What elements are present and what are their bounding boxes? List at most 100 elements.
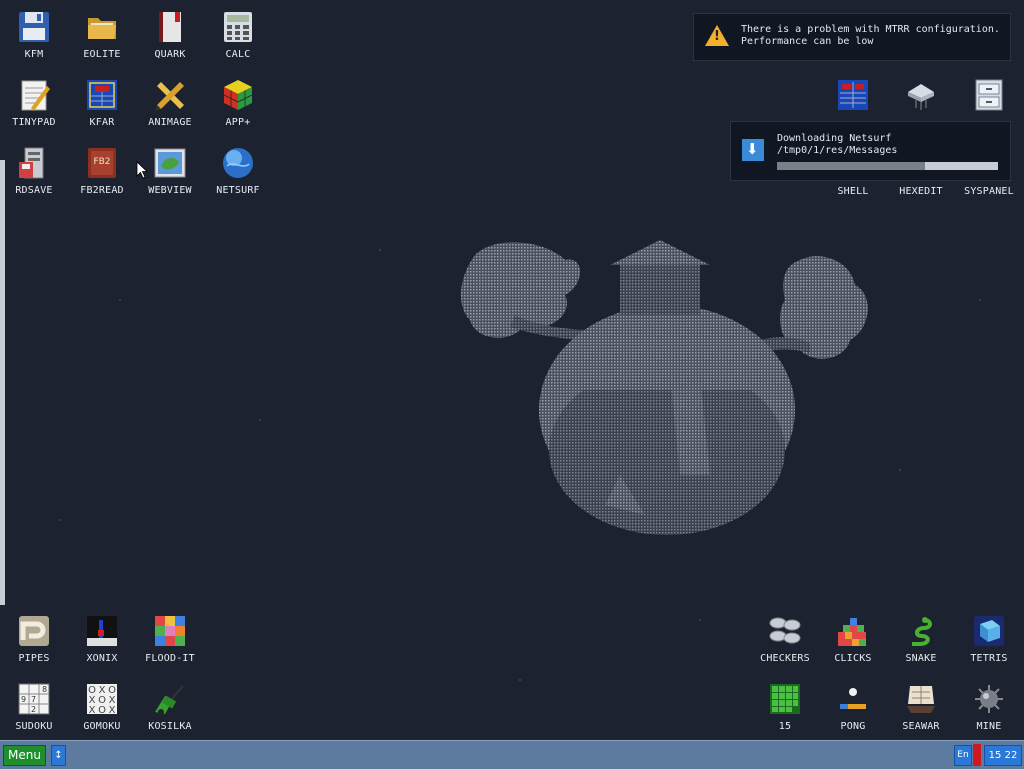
xonix-icon [85, 614, 119, 648]
desktop-icon-label: GOMOKU [83, 721, 121, 732]
download-path: /tmp0/1/res/Messages [777, 145, 898, 156]
desktop-icon-calc[interactable]: CALC [204, 10, 272, 76]
desktop-icon-pipes[interactable]: PIPES [0, 614, 68, 680]
desktop-icon-label: PIPES [18, 653, 50, 664]
desktop-icon-mine[interactable]: MINE [955, 682, 1023, 740]
desktop-icon-label: CHECKERS [760, 653, 810, 664]
desktop-icon-clicks[interactable]: CLICKS [819, 614, 887, 680]
desktop-icon-kfm[interactable]: KFM [0, 10, 68, 76]
desktop-icon-hexedit-label-box: HEXEDIT [887, 186, 955, 206]
desktop-icon-shell-label-box: SHELL [819, 186, 887, 206]
shell-grid-icon [836, 78, 870, 112]
download-progress-fill [777, 162, 926, 170]
svg-text:X: X [89, 705, 96, 716]
sudoku-grid-icon: 8 972 [17, 682, 51, 716]
desktop-icon-label: APP+ [225, 117, 251, 128]
desktop-icon-sudoku[interactable]: 8 972 SUDOKU [0, 682, 68, 740]
desktop-icon-gomoku[interactable]: OXOXOXXOX GOMOKU [68, 682, 136, 740]
desktop-icon-label: NETSURF [216, 185, 260, 196]
pipes-icon [17, 614, 51, 648]
warning-line-1: There is a problem with MTRR configurati… [741, 24, 1000, 35]
download-progress-bar [777, 162, 998, 170]
hex-chip-icon [904, 78, 938, 112]
svg-text:O: O [98, 705, 106, 716]
language-indicator[interactable]: En [954, 745, 972, 766]
desktop-icon-label: KOSILKA [148, 721, 192, 732]
desktop-icon-tinypad[interactable]: TINYPAD [0, 78, 68, 144]
color-grid-icon [153, 614, 187, 648]
sailing-ship-icon [904, 682, 938, 716]
desktop-icon-netsurf[interactable]: NETSURF [204, 146, 272, 212]
menu-button[interactable]: Menu [3, 745, 46, 766]
folder-icon [85, 10, 119, 44]
desktop-icon-label: TINYPAD [12, 117, 56, 128]
desktop-icon-label: SNAKE [905, 653, 937, 664]
cabinet-icon [972, 78, 1006, 112]
desktop-icon-label: RDSAVE [15, 185, 53, 196]
netsurf-globe-icon [221, 146, 255, 180]
book-icon [153, 10, 187, 44]
floppy-disk-icon [17, 10, 51, 44]
taskbar: Menu ↕ En 15 22 [0, 740, 1024, 769]
clock[interactable]: 15 22 [984, 745, 1022, 766]
mtrr-warning-notification[interactable]: There is a problem with MTRR configurati… [693, 13, 1011, 61]
wallpaper-tree-house-artwork [460, 240, 868, 535]
computer-save-icon [17, 146, 51, 180]
download-title: Downloading Netsurf [777, 133, 892, 144]
desktop-icon-snake[interactable]: SNAKE [887, 614, 955, 680]
fifteen-puzzle-icon [768, 682, 802, 716]
desktop-icon-seawar[interactable]: SEAWAR [887, 682, 955, 740]
mouse-cursor-icon [136, 161, 148, 179]
desktop-icon-label: SUDOKU [15, 721, 53, 732]
desktop: KFM EOLITE QUARK CALC TINYPAD KFAR ANIMA… [0, 0, 1024, 740]
desktop-icon-app-plus[interactable]: APP+ [204, 78, 272, 144]
block-stack-icon [836, 614, 870, 648]
svg-text:9: 9 [21, 695, 26, 704]
desktop-icon-xonix[interactable]: XONIX [68, 614, 136, 680]
desktop-icon-kfar[interactable]: KFAR [68, 78, 136, 144]
desktop-icon-fifteen[interactable]: 15 [751, 682, 819, 740]
snake-icon [904, 614, 938, 648]
desktop-icon-label: SEAWAR [902, 721, 940, 732]
svg-text:FB2: FB2 [93, 157, 110, 167]
desktop-icon-tetris[interactable]: TETRIS [955, 614, 1023, 680]
svg-text:X: X [109, 705, 116, 716]
left-panel-edge[interactable] [0, 160, 5, 605]
desktop-icon-syspanel-label-box: SYSPANEL [955, 186, 1023, 206]
desktop-icon-eolite[interactable]: EOLITE [68, 10, 136, 76]
desktop-icon-flood-it[interactable]: FLOOD-IT [136, 614, 204, 680]
checkers-pieces-icon [768, 614, 802, 648]
pong-icon [836, 682, 870, 716]
download-notification[interactable]: Downloading Netsurf /tmp0/1/res/Messages [730, 121, 1011, 181]
desktop-icon-label: MINE [976, 721, 1002, 732]
desktop-icon-webview[interactable]: WEBVIEW [136, 146, 204, 212]
tetris-cube-icon [972, 614, 1006, 648]
desktop-icon-label: FLOOD-IT [145, 653, 195, 664]
desktop-icon-label: 15 [778, 721, 792, 732]
desktop-icon-animage[interactable]: ANIMAGE [136, 78, 204, 144]
desktop-icon-label: KFM [24, 49, 44, 60]
desktop-icon-label: XONIX [86, 653, 118, 664]
tic-tac-toe-icon: OXOXOXXOX [85, 682, 119, 716]
notepad-icon [17, 78, 51, 112]
desktop-icon-pong[interactable]: PONG [819, 682, 887, 740]
desktop-icon-label: FB2READ [80, 185, 124, 196]
desktop-icon-rdsave[interactable]: RDSAVE [0, 146, 68, 212]
fb2-book-icon: FB2 [85, 146, 119, 180]
desktop-icon-label: WEBVIEW [148, 185, 192, 196]
desktop-icon-quark[interactable]: QUARK [136, 10, 204, 76]
desktop-icon-checkers[interactable]: CHECKERS [751, 614, 819, 680]
desktop-icon-label: SYSPANEL [964, 186, 1014, 197]
desktop-icon-kosilka[interactable]: KOSILKA [136, 682, 204, 740]
desktop-icon-label: CALC [225, 49, 251, 60]
svg-text:8: 8 [42, 685, 47, 694]
svg-text:2: 2 [31, 705, 36, 714]
desktop-icon-label: SHELL [837, 186, 869, 197]
desktop-icon-label: KFAR [89, 117, 115, 128]
desktop-icon-label: CLICKS [834, 653, 872, 664]
desktop-icon-label: ANIMAGE [148, 117, 192, 128]
desktop-icon-fb2read[interactable]: FB2 FB2READ [68, 146, 136, 212]
switch-windows-button[interactable]: ↕ [51, 745, 66, 766]
svg-text:7: 7 [31, 695, 36, 704]
globe-window-icon [153, 146, 187, 180]
